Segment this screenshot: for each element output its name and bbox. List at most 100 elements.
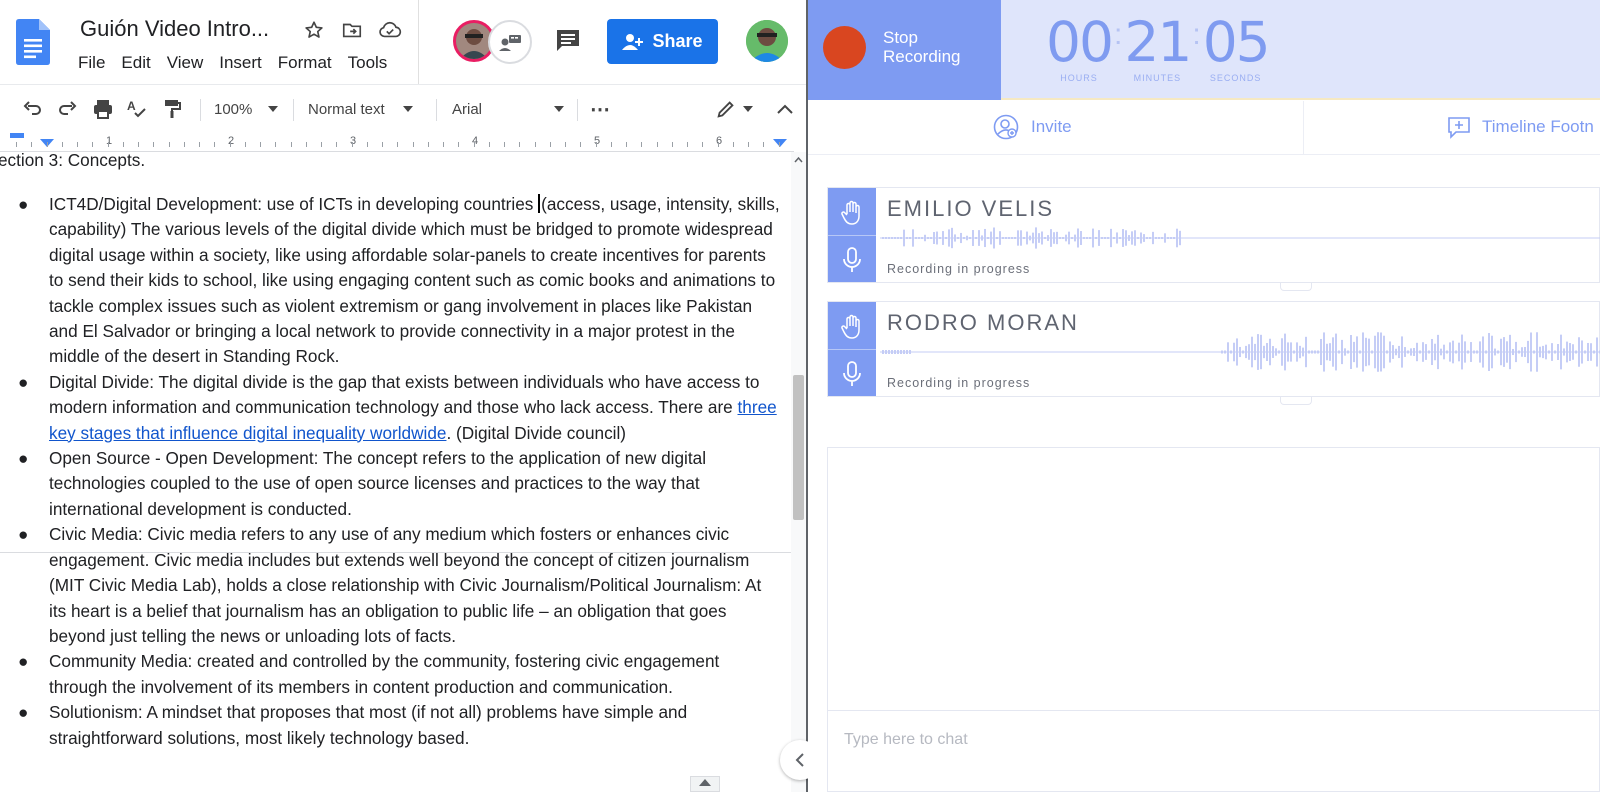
list-item-text: Solutionism: A mindset that proposes tha… xyxy=(49,702,688,748)
print-icon[interactable] xyxy=(91,97,115,121)
ruler-tick xyxy=(748,142,749,147)
ruler-tick xyxy=(367,142,368,147)
list-item: ● Digital Divide: The digital divide is … xyxy=(0,370,790,446)
waveform-bar xyxy=(1107,237,1109,239)
document-page[interactable]: ection 3: Concepts. ● ICT4D/Digital Deve… xyxy=(0,148,794,792)
waveform-bar xyxy=(912,229,914,247)
waveform-bar xyxy=(1116,232,1118,244)
hand-raise-icon[interactable] xyxy=(840,200,864,226)
waveform-bar xyxy=(921,237,923,239)
waveform-bar xyxy=(1023,237,1025,239)
zoom-select[interactable]: 100% xyxy=(214,97,284,121)
waveform-bar xyxy=(939,237,941,239)
waveform-bar xyxy=(1065,234,1067,242)
waveform-bar xyxy=(942,231,944,245)
invite-tab[interactable]: Invite xyxy=(993,114,1072,140)
waveform-bar xyxy=(900,237,902,239)
waveform-bar xyxy=(1572,344,1574,360)
menu-edit[interactable]: Edit xyxy=(121,53,158,73)
controls-divider xyxy=(828,349,876,350)
waveform-bar xyxy=(1137,237,1139,239)
undo-icon[interactable] xyxy=(20,97,44,121)
waveform-bar xyxy=(885,350,887,354)
cloud-saved-icon[interactable] xyxy=(378,18,402,42)
more-options-button[interactable]: ⋯ xyxy=(590,97,610,121)
waveform-bar xyxy=(1485,350,1487,354)
waveform-bar xyxy=(1530,332,1532,372)
menu-format[interactable]: Format xyxy=(278,53,340,73)
microphone-icon[interactable] xyxy=(840,360,864,388)
ruler-number: 2 xyxy=(228,135,235,147)
ruler-tick xyxy=(763,142,764,147)
timeline-footnote-tab[interactable]: Timeline Footn xyxy=(1446,114,1594,140)
screen: Guión Video Intro... File Edit View Inse… xyxy=(0,0,1600,792)
paint-format-icon[interactable] xyxy=(160,97,184,121)
ruler-tick xyxy=(672,142,673,147)
stop-label-line: Recording xyxy=(883,47,961,66)
participant-status: Recording in progress xyxy=(887,262,1031,276)
account-avatar[interactable] xyxy=(746,20,788,62)
ruler-number: 3 xyxy=(350,135,357,147)
explore-button[interactable] xyxy=(690,776,720,792)
scrollbar-thumb[interactable] xyxy=(793,375,804,520)
chat-input[interactable]: Type here to chat xyxy=(828,710,1600,772)
toolbar-divider xyxy=(577,99,578,121)
docs-toolbar: A 100% Normal text Arial ⋯ xyxy=(0,84,806,132)
star-icon[interactable] xyxy=(302,18,326,42)
font-select[interactable]: Arial xyxy=(452,97,572,121)
waveform-bar xyxy=(1563,348,1565,356)
waveform-bar xyxy=(1056,231,1058,245)
track-handle[interactable] xyxy=(1280,283,1312,291)
waveform-bar xyxy=(1131,231,1133,245)
share-button[interactable]: Share xyxy=(607,19,718,64)
track-handle[interactable] xyxy=(1280,397,1312,405)
docs-logo-icon[interactable] xyxy=(16,19,50,65)
menu-tools[interactable]: Tools xyxy=(348,53,396,73)
move-to-folder-icon[interactable] xyxy=(340,18,364,42)
present-icon[interactable] xyxy=(488,20,532,64)
waveform-bar xyxy=(1113,237,1115,239)
hand-raise-icon[interactable] xyxy=(840,314,864,340)
spellcheck-icon[interactable]: A xyxy=(125,97,149,121)
waveform-bar xyxy=(1455,350,1457,354)
stop-recording-button[interactable]: Stop Recording xyxy=(808,0,1001,100)
document-title[interactable]: Guión Video Intro... xyxy=(80,16,269,42)
ruler-tick xyxy=(443,142,444,147)
waveform-bar xyxy=(1098,230,1100,246)
waveform-bar xyxy=(1257,334,1259,370)
waveform-bar xyxy=(1587,342,1589,362)
waveform-bar xyxy=(999,231,1001,245)
paragraph-style-select[interactable]: Normal text xyxy=(308,97,426,121)
vertical-scrollbar[interactable] xyxy=(791,152,806,792)
chevron-up-icon[interactable] xyxy=(776,97,794,121)
comment-icon[interactable] xyxy=(554,28,582,54)
waveform-bar xyxy=(1437,334,1439,370)
ruler-tick xyxy=(504,142,505,147)
menu-insert[interactable]: Insert xyxy=(219,53,270,73)
chevron-up-icon[interactable] xyxy=(793,154,804,165)
list-item: ● Open Source - Open Development: The co… xyxy=(0,446,790,522)
waveform-bar xyxy=(894,350,896,354)
waveform-bar xyxy=(1221,350,1223,354)
waveform-bar xyxy=(1428,350,1430,354)
participant-status: Recording in progress xyxy=(887,376,1031,390)
edit-pencil-icon[interactable] xyxy=(715,97,753,121)
waveform-bar xyxy=(990,231,992,245)
menu-file[interactable]: File xyxy=(78,53,113,73)
stop-label-line: Stop xyxy=(883,28,918,47)
ruler-tick xyxy=(47,142,48,147)
waveform-bar xyxy=(1059,237,1061,239)
menu-view[interactable]: View xyxy=(167,53,212,73)
waveform-bar xyxy=(969,237,971,239)
redo-icon[interactable] xyxy=(56,97,80,121)
waveform-bar xyxy=(1371,350,1373,354)
right-indent-icon[interactable] xyxy=(773,139,787,147)
indent-marker[interactable] xyxy=(10,133,24,138)
waveform-bar xyxy=(1578,337,1580,367)
microphone-icon[interactable] xyxy=(840,246,864,274)
waveform-bar xyxy=(1071,237,1073,239)
waveform-bar xyxy=(1155,237,1157,239)
timer-minutes: 21 MINUTES xyxy=(1124,12,1192,83)
waveform-bar xyxy=(888,350,890,354)
waveform-bar xyxy=(1338,350,1340,354)
